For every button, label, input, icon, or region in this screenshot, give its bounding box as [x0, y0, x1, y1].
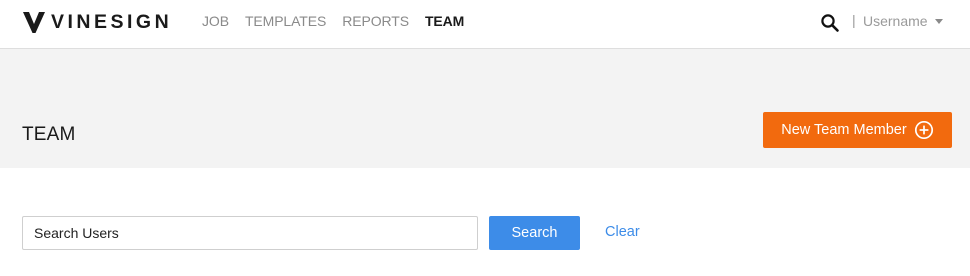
vinesign-v-logo-icon [23, 12, 45, 33]
nav-item-team[interactable]: TEAM [425, 13, 464, 29]
nav-item-reports[interactable]: REPORTS [342, 13, 409, 29]
brand-name: VINESIGN [51, 10, 173, 33]
search-icon[interactable] [820, 13, 840, 33]
header-separator: | [852, 12, 856, 28]
username-label: Username [863, 13, 928, 29]
clear-link[interactable]: Clear [605, 224, 640, 240]
nav-item-templates[interactable]: TEMPLATES [245, 13, 326, 29]
search-button[interactable]: Search [489, 216, 580, 250]
plus-circle-icon [914, 120, 933, 140]
search-users-input[interactable] [22, 216, 478, 250]
caret-down-icon [934, 19, 943, 24]
new-team-member-button[interactable]: New Team Member [763, 112, 952, 148]
main-nav: JOB TEMPLATES REPORTS TEAM [202, 13, 480, 29]
search-button-label: Search [511, 225, 558, 241]
user-menu-dropdown[interactable]: Username [863, 13, 943, 29]
page-header-band [0, 49, 970, 168]
new-team-member-label: New Team Member [781, 122, 907, 138]
top-navbar: VINESIGN JOB TEMPLATES REPORTS TEAM | Us… [0, 0, 970, 49]
page-title: TEAM [22, 124, 76, 145]
nav-item-job[interactable]: JOB [202, 13, 229, 29]
brand-logo[interactable]: VINESIGN [22, 9, 172, 35]
